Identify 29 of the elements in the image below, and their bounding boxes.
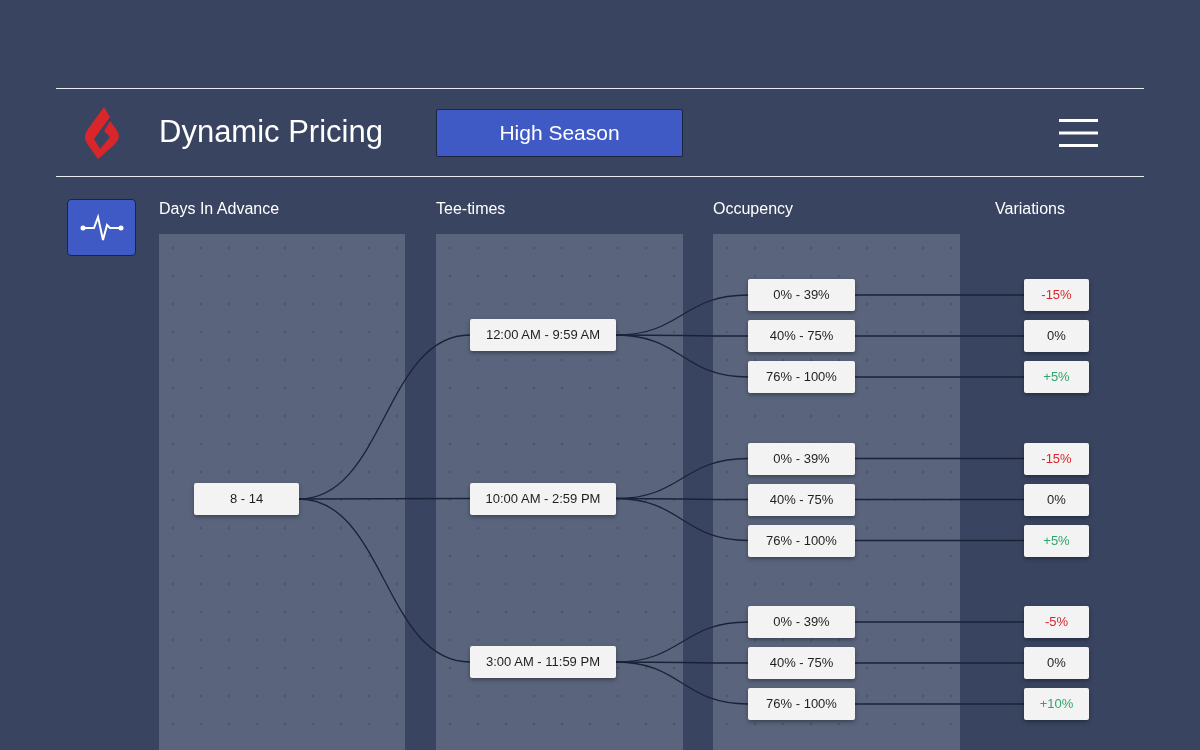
diagram-node[interactable]: 76% - 100%	[748, 524, 855, 557]
diagram-node[interactable]: 40% - 75%	[748, 483, 855, 516]
diagram-node[interactable]: -15%	[1024, 279, 1089, 311]
diagram-node[interactable]: 0%	[1024, 647, 1089, 679]
diagram-node[interactable]: 0%	[1024, 483, 1089, 516]
logo-icon	[84, 106, 120, 159]
diagram-node[interactable]: 40% - 75%	[748, 320, 855, 352]
diagram-node[interactable]: 40% - 75%	[748, 647, 855, 679]
diagram-node[interactable]: 0% - 39%	[748, 279, 855, 311]
diagram-node[interactable]: 8 - 14	[194, 483, 299, 515]
column-header: Tee-times	[436, 199, 506, 219]
diagram-node[interactable]: -5%	[1024, 606, 1089, 638]
diagram-node[interactable]: 0% - 39%	[748, 606, 855, 638]
diagram-node[interactable]: 76% - 100%	[748, 361, 855, 393]
diagram-node[interactable]: 12:00 AM - 9:59 AM	[470, 319, 616, 351]
diagram-node[interactable]: 0%	[1024, 320, 1089, 352]
diagram-node[interactable]: 10:00 AM - 2:59 PM	[470, 482, 616, 515]
diagram-node[interactable]: 76% - 100%	[748, 688, 855, 720]
diagram-node[interactable]: 0% - 39%	[748, 442, 855, 475]
diagram-node[interactable]: 3:00 AM - 11:59 PM	[470, 646, 616, 678]
column-header: Days In Advance	[159, 199, 280, 219]
menu-icon[interactable]	[1059, 118, 1098, 147]
column-header: Variations	[995, 199, 1065, 219]
diagram-node[interactable]: -15%	[1024, 442, 1089, 475]
column-header: Occupency	[713, 199, 794, 219]
season-button[interactable]: High Season	[436, 108, 683, 157]
pulse-icon	[79, 212, 124, 243]
pulse-button[interactable]	[67, 199, 136, 256]
page-title: Dynamic Pricing	[159, 113, 384, 152]
